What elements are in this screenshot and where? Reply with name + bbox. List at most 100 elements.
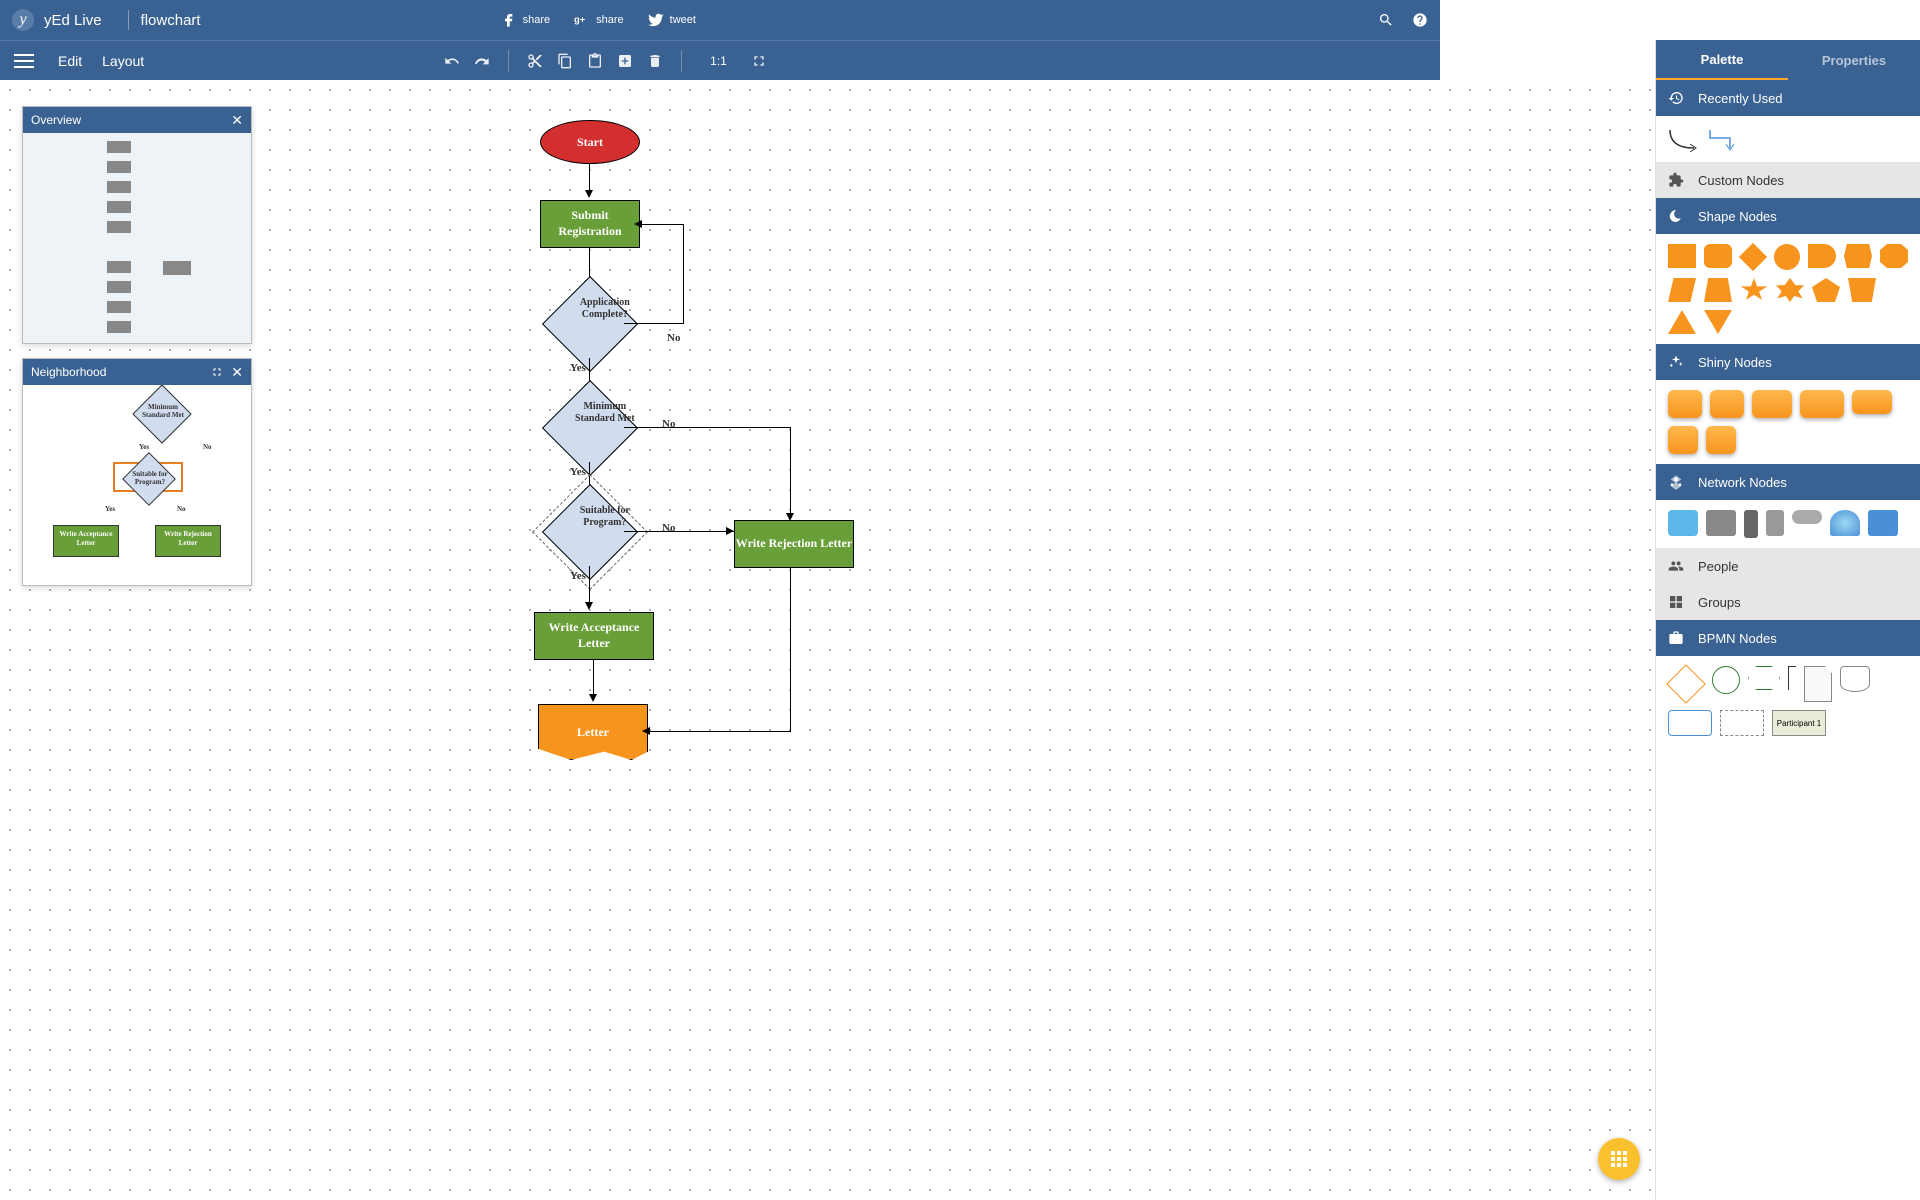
- cut-button[interactable]: [527, 53, 543, 69]
- section-shiny[interactable]: Shiny Nodes: [1656, 344, 1920, 380]
- expand-icon[interactable]: [211, 366, 223, 378]
- router-icon[interactable]: [1792, 510, 1822, 524]
- groups-icon: [1668, 594, 1684, 610]
- star-shape[interactable]: [1740, 278, 1768, 302]
- puzzle-icon: [1668, 172, 1684, 188]
- edge-shape[interactable]: [1708, 126, 1740, 154]
- section-shape[interactable]: Shape Nodes: [1656, 198, 1920, 234]
- trap-shape[interactable]: [1848, 278, 1876, 302]
- star-shape[interactable]: [1776, 278, 1804, 302]
- section-groups[interactable]: Groups: [1656, 584, 1920, 620]
- bpmn-doc[interactable]: [1804, 666, 1832, 702]
- server-icon[interactable]: [1744, 510, 1758, 538]
- node-submit[interactable]: Submit Registration: [540, 200, 640, 248]
- zoom-ratio[interactable]: 1:1: [700, 54, 737, 68]
- bpmn-participant[interactable]: Participant 1: [1772, 710, 1826, 736]
- shiny-shape[interactable]: [1852, 390, 1892, 414]
- undo-button[interactable]: [444, 53, 460, 69]
- phone-icon[interactable]: [1766, 510, 1784, 536]
- node-start[interactable]: Start: [540, 120, 640, 164]
- database-icon[interactable]: [1668, 510, 1698, 536]
- diamond-shape[interactable]: [1739, 243, 1767, 271]
- node-accept[interactable]: Write Acceptance Letter: [534, 612, 654, 660]
- fit-screen-button[interactable]: [751, 53, 767, 69]
- triangle-shape[interactable]: [1704, 310, 1732, 334]
- edge-shape[interactable]: [1668, 126, 1700, 154]
- oct-shape[interactable]: [1880, 244, 1908, 268]
- fab-button[interactable]: [1598, 1138, 1640, 1180]
- paste-button[interactable]: [587, 53, 603, 69]
- bpmn-group[interactable]: [1720, 710, 1764, 736]
- bpmn-datastore[interactable]: [1840, 666, 1870, 692]
- section-people[interactable]: People: [1656, 548, 1920, 584]
- gplus-icon: g+: [574, 12, 590, 28]
- close-icon[interactable]: ✕: [231, 112, 243, 129]
- tab-properties[interactable]: Properties: [1788, 40, 1920, 80]
- node-min-std[interactable]: Minimum Standard Met: [556, 394, 624, 462]
- label-yes: Yes: [570, 362, 586, 374]
- hex-shape[interactable]: [1844, 244, 1872, 268]
- overview-panel[interactable]: Overview✕: [22, 106, 252, 344]
- para-shape[interactable]: [1668, 278, 1696, 302]
- divider: [128, 10, 129, 30]
- pentagon-shape[interactable]: [1812, 278, 1840, 302]
- label-no: No: [662, 522, 675, 534]
- shiny-shape[interactable]: [1668, 426, 1698, 454]
- shiny-shape[interactable]: [1710, 390, 1744, 418]
- section-custom[interactable]: Custom Nodes: [1656, 162, 1920, 198]
- node-app-complete[interactable]: Application Complete?: [556, 290, 624, 358]
- overview-header[interactable]: Overview✕: [23, 107, 251, 133]
- laptop-icon[interactable]: [1706, 510, 1736, 536]
- bpmn-annotation[interactable]: [1788, 666, 1796, 690]
- copy-button[interactable]: [557, 53, 573, 69]
- right-panel: Palette Properties Recently Used Custom …: [1655, 40, 1920, 1200]
- triangle-shape[interactable]: [1668, 310, 1696, 334]
- wifi-icon[interactable]: [1830, 510, 1860, 536]
- shape[interactable]: [1808, 244, 1836, 268]
- document-name[interactable]: flowchart: [141, 12, 201, 29]
- close-icon[interactable]: ✕: [231, 364, 243, 381]
- share-facebook[interactable]: share: [501, 12, 551, 28]
- label-no: No: [662, 418, 675, 430]
- delete-button[interactable]: [647, 53, 663, 69]
- circle-shape[interactable]: [1774, 244, 1800, 270]
- app-logo: y: [12, 9, 34, 31]
- monitor-icon[interactable]: [1868, 510, 1898, 536]
- search-icon[interactable]: [1378, 12, 1394, 28]
- node-suitable[interactable]: Suitable for Program?: [556, 498, 624, 566]
- neighborhood-panel[interactable]: Neighborhood✕ Minimum Standard Met Suita…: [22, 358, 252, 586]
- menu-edit[interactable]: Edit: [48, 53, 92, 69]
- shiny-shape[interactable]: [1668, 390, 1702, 418]
- shiny-shape[interactable]: [1752, 390, 1792, 418]
- share-gplus[interactable]: g+share: [574, 12, 624, 28]
- share-twitter[interactable]: tweet: [648, 12, 696, 28]
- node-reject[interactable]: Write Rejection Letter: [734, 520, 854, 568]
- section-network[interactable]: Network Nodes: [1656, 464, 1920, 500]
- label-yes: Yes: [570, 466, 586, 478]
- bpmn-event[interactable]: [1712, 666, 1740, 694]
- tab-palette[interactable]: Palette: [1656, 40, 1788, 80]
- shiny-shape[interactable]: [1706, 426, 1736, 454]
- briefcase-icon: [1668, 630, 1684, 646]
- bpmn-gateway[interactable]: [1666, 664, 1706, 704]
- canvas[interactable]: Start Submit Registration Application Co…: [0, 80, 1655, 1200]
- bpmn-task[interactable]: [1668, 710, 1712, 736]
- node-letter[interactable]: Letter: [538, 704, 648, 760]
- menu-bar: Edit Layout 1:1: [0, 40, 1440, 80]
- trap-shape[interactable]: [1704, 278, 1732, 302]
- overview-body[interactable]: [23, 133, 251, 343]
- menu-layout[interactable]: Layout: [92, 53, 154, 69]
- menu-toggle[interactable]: [14, 54, 34, 68]
- rect-shape[interactable]: [1668, 244, 1696, 268]
- redo-button[interactable]: [474, 53, 490, 69]
- neighborhood-body[interactable]: Minimum Standard Met Suitable for Progra…: [23, 385, 251, 585]
- section-recent[interactable]: Recently Used: [1656, 80, 1920, 116]
- moon-icon: [1668, 208, 1684, 224]
- add-button[interactable]: [617, 53, 633, 69]
- section-bpmn[interactable]: BPMN Nodes: [1656, 620, 1920, 656]
- neighborhood-header[interactable]: Neighborhood✕: [23, 359, 251, 385]
- help-icon[interactable]: [1412, 12, 1428, 28]
- roundrect-shape[interactable]: [1704, 244, 1732, 268]
- shiny-shape[interactable]: [1800, 390, 1844, 418]
- bpmn-shape[interactable]: [1748, 666, 1780, 690]
